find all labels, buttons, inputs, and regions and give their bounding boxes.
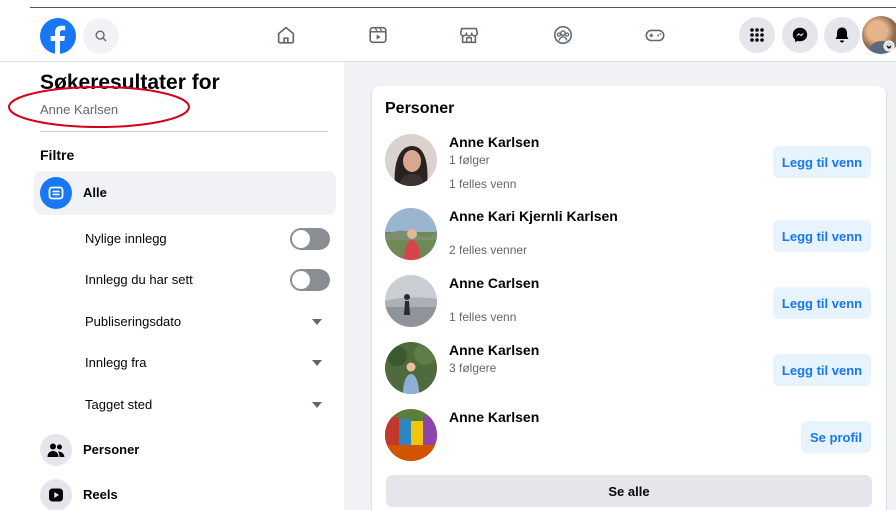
chevron-down-icon <box>312 360 322 366</box>
watch-icon <box>369 26 387 44</box>
search-filters-sidebar: Søkeresultater for Anne Karlsen Filtre A… <box>0 62 344 510</box>
filter-all[interactable]: Alle <box>34 171 336 215</box>
person-result: Anne Karlsen 1 følger 1 felles venn Legg… <box>372 134 886 200</box>
avatar[interactable] <box>385 134 437 186</box>
filter-all-label: Alle <box>83 185 107 200</box>
window-edge-line <box>30 7 896 8</box>
category-label: Reels <box>83 487 118 502</box>
groups-icon <box>553 25 573 45</box>
category-reels[interactable]: Reels <box>34 473 336 510</box>
marketplace-icon <box>459 27 479 44</box>
person-mutual-friends: 1 felles venn <box>449 177 517 191</box>
search-button[interactable] <box>83 18 119 54</box>
reels-icon <box>40 479 72 510</box>
menu-grid-icon <box>750 28 764 42</box>
filter-label: Innlegg fra <box>85 355 147 370</box>
category-label: Personer <box>83 442 140 457</box>
person-name[interactable]: Anne Karlsen <box>449 342 539 358</box>
watch-tab[interactable] <box>364 21 392 49</box>
person-result: Anne Carlsen 1 felles venn Legg til venn <box>372 275 886 341</box>
add-friend-button[interactable]: Legg til venn <box>773 220 871 252</box>
filter-label: Nylige innlegg <box>85 231 167 246</box>
filter-posts-seen[interactable]: Innlegg du har sett <box>34 260 336 300</box>
person-result: Anne Karlsen 3 følgere Legg til venn <box>372 342 886 408</box>
person-result: Anne Karlsen Se profil <box>372 409 886 475</box>
recent-posts-toggle[interactable] <box>290 228 330 250</box>
filter-recent-posts[interactable]: Nylige innlegg <box>34 219 336 259</box>
chevron-down-icon <box>312 319 322 325</box>
see-all-button[interactable]: Se alle <box>386 475 872 507</box>
person-followers: 3 følgere <box>449 361 497 375</box>
person-mutual-friends: 1 felles venn <box>449 310 517 324</box>
filter-label: Tagget sted <box>85 397 153 412</box>
filter-tagged-location[interactable]: Tagget sted <box>34 385 336 425</box>
people-icon <box>40 434 72 466</box>
category-people[interactable]: Personer <box>34 428 336 472</box>
groups-tab[interactable] <box>549 21 577 49</box>
person-name[interactable]: Anne Kari Kjernli Karlsen <box>449 208 618 224</box>
filter-posts-from[interactable]: Innlegg fra <box>34 343 336 383</box>
notifications-bell-icon <box>835 27 849 43</box>
person-name[interactable]: Anne Carlsen <box>449 275 539 291</box>
filter-label: Publiseringsdato <box>85 314 182 329</box>
profile-avatar[interactable] <box>862 16 896 54</box>
search-icon <box>95 30 107 42</box>
view-profile-button[interactable]: Se profil <box>801 421 871 453</box>
add-friend-button[interactable]: Legg til venn <box>773 354 871 386</box>
divider <box>40 131 328 132</box>
add-friend-button[interactable]: Legg til venn <box>773 146 871 178</box>
top-navigation-bar <box>0 0 896 62</box>
notifications-button[interactable] <box>824 17 860 53</box>
person-name[interactable]: Anne Karlsen <box>449 134 539 150</box>
avatar[interactable] <box>385 409 437 461</box>
gaming-icon <box>645 29 665 42</box>
marketplace-tab[interactable] <box>455 21 483 49</box>
posts-seen-toggle[interactable] <box>290 269 330 291</box>
home-icon <box>277 26 295 44</box>
avatar[interactable] <box>385 208 437 260</box>
person-mutual-friends: 2 felles venner <box>449 243 528 257</box>
facebook-logo-icon[interactable] <box>40 18 76 54</box>
filters-heading: Filtre <box>40 147 75 163</box>
menu-button[interactable] <box>739 17 775 53</box>
home-tab[interactable] <box>272 21 300 49</box>
chevron-down-icon <box>312 402 322 408</box>
messenger-button[interactable] <box>782 17 818 53</box>
messenger-icon <box>792 27 808 43</box>
person-result: Anne Kari Kjernli Karlsen 2 felles venne… <box>372 208 886 274</box>
add-friend-button[interactable]: Legg til venn <box>773 287 871 319</box>
filter-date-posted[interactable]: Publiseringsdato <box>34 302 336 342</box>
avatar[interactable] <box>385 342 437 394</box>
avatar[interactable] <box>385 275 437 327</box>
all-results-icon <box>40 177 72 209</box>
section-title: Personer <box>385 100 455 117</box>
gaming-tab[interactable] <box>641 21 669 49</box>
people-results-card: Personer Anne Karlsen 1 følger 1 felles … <box>372 86 886 510</box>
filter-label: Innlegg du har sett <box>85 272 193 287</box>
red-circle-annotation <box>8 86 190 128</box>
person-followers: 1 følger <box>449 153 490 167</box>
person-name[interactable]: Anne Karlsen <box>449 409 539 425</box>
